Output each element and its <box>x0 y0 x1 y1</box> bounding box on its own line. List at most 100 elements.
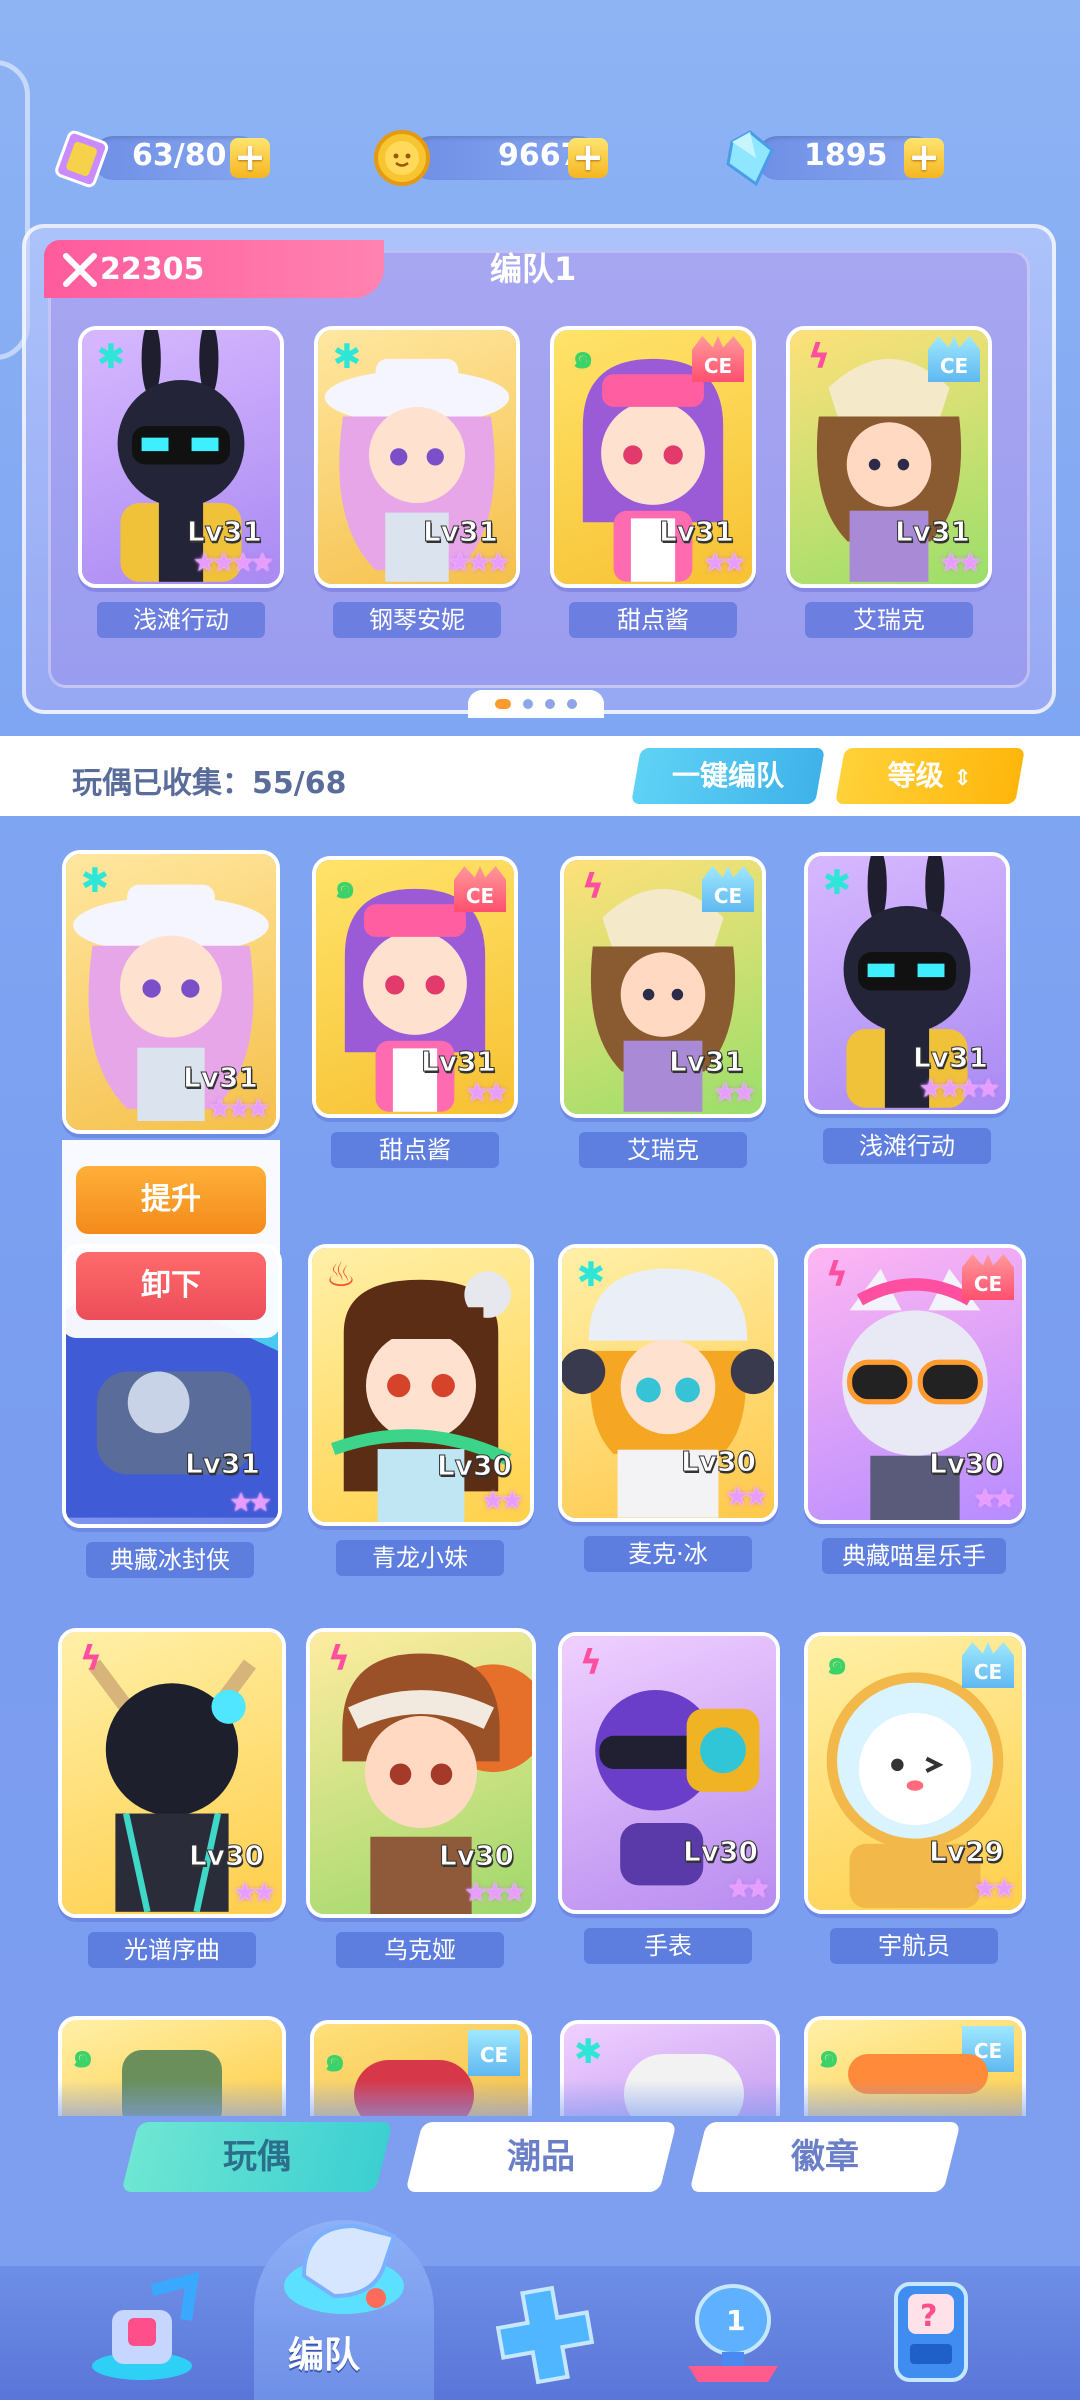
card-level: Lv31 <box>658 515 734 549</box>
wind-element-icon: ๑ <box>572 337 594 377</box>
ice-element-icon: ✱ <box>96 337 126 377</box>
wind-element-icon: ๑ <box>72 2036 94 2076</box>
lightning-element-icon: ϟ <box>581 867 605 907</box>
page-dot-active <box>495 699 511 709</box>
unload-button[interactable]: 卸下 <box>76 1252 266 1320</box>
auto-team-button[interactable]: 一键编队 <box>631 748 825 804</box>
sort-level-button[interactable]: 等级 ⇕ <box>835 748 1025 804</box>
card-name: 浅滩行动 <box>97 602 265 638</box>
fire-element-icon: ♨ <box>325 1255 357 1295</box>
card-name: 艾瑞克 <box>579 1132 747 1168</box>
tab-trendy[interactable]: 潮品 <box>405 2122 677 2192</box>
ticket-resource: 63/80 + <box>52 128 272 188</box>
card-level: Lv31 <box>420 1045 496 1079</box>
card-name: 手表 <box>584 1928 752 1964</box>
card-name: 乌克娅 <box>336 1932 504 1968</box>
svg-text:?: ? <box>920 2299 937 2334</box>
doll-card[interactable]: ♨ Lv30 ★★ 青龙小妹 <box>308 1244 534 1576</box>
ice-element-icon: ✱ <box>822 863 852 903</box>
coin-icon <box>374 130 430 186</box>
team-page-indicator[interactable] <box>468 690 604 718</box>
card-level: Lv30 <box>436 1449 512 1483</box>
card-stars: ★★ <box>727 1874 770 1904</box>
nav-gamepad[interactable] <box>480 2270 610 2390</box>
ce-badge-icon: CE <box>962 1254 1014 1300</box>
card-name: 甜点酱 <box>331 1132 499 1168</box>
upgrade-button[interactable]: 提升 <box>76 1166 266 1234</box>
doll-card[interactable]: ϟ CE Lv31 ★★ 艾瑞克 <box>560 856 766 1168</box>
ce-badge-icon: CE <box>928 336 980 382</box>
doll-card[interactable]: ϟ Lv30 ★★ 手表 <box>558 1632 780 1964</box>
doll-card[interactable]: ✱ Lv31 ★★★ <box>62 850 280 1134</box>
card-name: 光谱序曲 <box>88 1932 256 1968</box>
card-level: Lv30 <box>680 1445 756 1479</box>
team-member-card[interactable]: ✱ Lv31 ★★★★ 浅滩行动 <box>78 326 284 638</box>
page-dot <box>545 699 555 709</box>
add-coin-button[interactable]: + <box>568 138 608 178</box>
ce-badge-icon: CE <box>454 866 506 912</box>
nav-home[interactable] <box>82 2270 212 2390</box>
crystal-icon <box>726 130 774 187</box>
card-name: 青龙小妹 <box>336 1540 504 1576</box>
doll-card[interactable]: ✱ Lv31 ★★★★ 浅滩行动 <box>804 852 1010 1164</box>
ice-element-icon: ✱ <box>80 861 110 901</box>
card-stars: ★★ <box>465 1078 508 1108</box>
wind-element-icon: ๑ <box>818 2036 840 2076</box>
ce-badge-icon: CE <box>962 1642 1014 1688</box>
ticket-icon <box>55 130 109 188</box>
collection-header: 玩偶已收集：55/68 一键编队 等级 ⇕ <box>0 736 1080 816</box>
ice-element-icon: ✱ <box>574 2032 603 2072</box>
card-level: Lv30 <box>928 1447 1004 1481</box>
trophy-icon: 1 <box>688 2284 778 2382</box>
tab-badges[interactable]: 徽章 <box>689 2122 961 2192</box>
card-level: Lv31 <box>182 1061 258 1095</box>
wind-element-icon: ๑ <box>324 2040 346 2080</box>
card-level: Lv31 <box>894 515 970 549</box>
card-name: 典藏冰封侠 <box>86 1542 254 1578</box>
card-level: Lv30 <box>682 1835 758 1869</box>
card-stars: ★★ <box>713 1078 756 1108</box>
card-stars: ★★ <box>973 1874 1016 1904</box>
sort-arrows-icon: ⇕ <box>953 766 972 791</box>
nav-trophy[interactable]: 1 <box>668 2270 798 2390</box>
doll-card[interactable]: ✱ Lv30 ★★ 麦克·冰 <box>558 1244 778 1572</box>
card-stars: ★★★ <box>208 1094 270 1124</box>
doll-card[interactable]: ๑ CE Lv31 ★★ 甜点酱 <box>312 856 518 1168</box>
doll-card[interactable]: ϟ Lv30 ★★★ 乌克娅 <box>306 1628 536 1968</box>
team-power-badge: 22305 <box>44 240 384 298</box>
add-gem-button[interactable]: + <box>904 138 944 178</box>
card-stars: ★★ <box>481 1486 524 1516</box>
card-level: Lv30 <box>188 1839 264 1873</box>
collection-count: 玩偶已收集：55/68 <box>72 766 347 801</box>
ticket-count: 63/80 <box>132 138 227 173</box>
coin-resource: 96672 + <box>370 128 610 188</box>
card-name: 甜点酱 <box>569 602 737 638</box>
team-member-card[interactable]: ๑ CE Lv31 ★★ 甜点酱 <box>550 326 756 638</box>
doll-card[interactable]: ϟ Lv30 ★★ 光谱序曲 <box>58 1628 286 1968</box>
lightning-element-icon: ϟ <box>79 1639 103 1679</box>
card-level: Lv31 <box>912 1041 988 1075</box>
ice-element-icon: ✱ <box>332 337 362 377</box>
svg-text:1: 1 <box>726 2304 745 2337</box>
nav-team-label: 编队 <box>288 2335 361 2376</box>
ce-badge-icon: CE <box>468 2030 520 2076</box>
doll-card[interactable]: ๑ CE Lv29 ★★ 宇航员 <box>804 1632 1026 1964</box>
ice-element-icon: ✱ <box>576 1255 606 1295</box>
team-member-card[interactable]: ϟ CE Lv31 ★★ 艾瑞克 <box>786 326 992 638</box>
card-name: 宇航员 <box>830 1928 998 1964</box>
gem-resource: 1895 + <box>716 128 946 188</box>
whistle-icon <box>284 2223 404 2314</box>
wind-element-icon: ๑ <box>826 1643 848 1683</box>
nav-mystery-box[interactable]: ? <box>866 2270 996 2390</box>
wind-element-icon: ๑ <box>334 867 356 907</box>
add-ticket-button[interactable]: + <box>230 138 270 178</box>
card-level: Lv31 <box>422 515 498 549</box>
page-dot <box>567 699 577 709</box>
doll-card[interactable]: ϟ CE Lv30 ★★ 典藏喵星乐手 <box>804 1244 1026 1574</box>
card-stars: ★★ <box>229 1488 272 1518</box>
card-level: Lv29 <box>928 1835 1004 1869</box>
ce-badge-icon: CE <box>692 336 744 382</box>
team-member-card[interactable]: ✱ Lv31 ★★★ 钢琴安妮 <box>314 326 520 638</box>
doll-action-menu: 提升 卸下 <box>62 1140 280 1338</box>
lightning-element-icon: ϟ <box>807 337 831 377</box>
